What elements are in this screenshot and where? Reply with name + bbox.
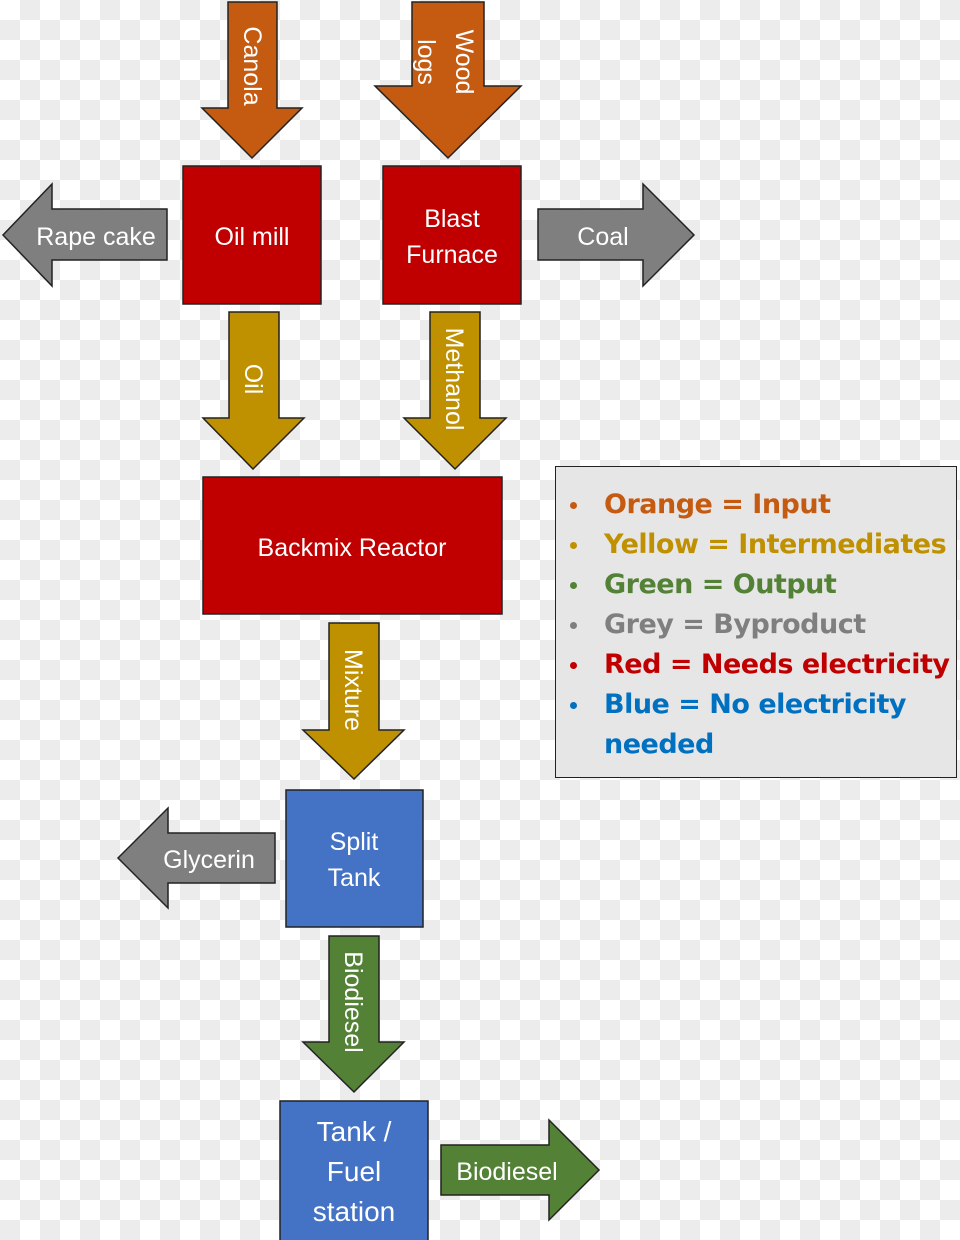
legend-item-input: Orange = Input bbox=[566, 485, 956, 525]
split-tank-box bbox=[285, 789, 424, 928]
mixture-label: Mixture bbox=[339, 649, 367, 731]
methanol-label: Methanol bbox=[440, 328, 468, 431]
bullet-icon bbox=[570, 622, 577, 629]
canola-label: Canola bbox=[238, 26, 266, 105]
split-tank-label-2: Tank bbox=[328, 864, 381, 892]
oil-label: Oil bbox=[239, 364, 267, 395]
glycerin-label: Glycerin bbox=[163, 846, 255, 874]
blast-furnace-label-2: Furnace bbox=[406, 241, 498, 269]
blast-furnace-box bbox=[382, 165, 522, 305]
split-tank-label-1: Split bbox=[330, 828, 379, 856]
bullet-icon bbox=[570, 502, 577, 509]
fuel-station-label-1: Tank / bbox=[317, 1116, 392, 1147]
legend-text: Yellow = Intermediates bbox=[604, 529, 947, 560]
bullet-icon bbox=[570, 542, 577, 549]
fuel-station-label-3: station bbox=[313, 1196, 396, 1227]
wood-logs-arrow bbox=[373, 1, 523, 160]
biodiesel-out-label: Biodiesel bbox=[456, 1158, 557, 1186]
wood-logs-label-2: logs bbox=[412, 39, 440, 85]
backmix-reactor-label: Backmix Reactor bbox=[258, 534, 447, 562]
blast-furnace-label-1: Blast bbox=[424, 205, 480, 233]
oil-mill-label: Oil mill bbox=[215, 223, 290, 251]
legend-text: Blue = No electricity needed bbox=[604, 689, 906, 760]
color-legend: Orange = Input Yellow = Intermediates Gr… bbox=[555, 466, 957, 778]
legend-text: Grey = Byproduct bbox=[604, 609, 866, 640]
wood-logs-label-1: Wood bbox=[450, 30, 478, 95]
bullet-icon bbox=[570, 662, 577, 669]
legend-text: Red = Needs electricity bbox=[604, 649, 950, 680]
legend-item-byproduct: Grey = Byproduct bbox=[566, 605, 956, 645]
legend-item-output: Green = Output bbox=[566, 565, 956, 605]
fuel-station-label-2: Fuel bbox=[327, 1156, 381, 1187]
rape-cake-label: Rape cake bbox=[36, 223, 156, 251]
coal-label: Coal bbox=[577, 223, 628, 251]
bullet-icon bbox=[570, 582, 577, 589]
bullet-icon bbox=[570, 702, 577, 709]
legend-text: Green = Output bbox=[604, 569, 837, 600]
biodiesel-down-label: Biodiesel bbox=[339, 951, 367, 1052]
legend-item-needs-electricity: Red = Needs electricity bbox=[566, 645, 956, 685]
legend-item-no-electricity: Blue = No electricity needed bbox=[566, 685, 956, 765]
legend-text: Orange = Input bbox=[604, 489, 831, 520]
legend-item-intermediates: Yellow = Intermediates bbox=[566, 525, 956, 565]
